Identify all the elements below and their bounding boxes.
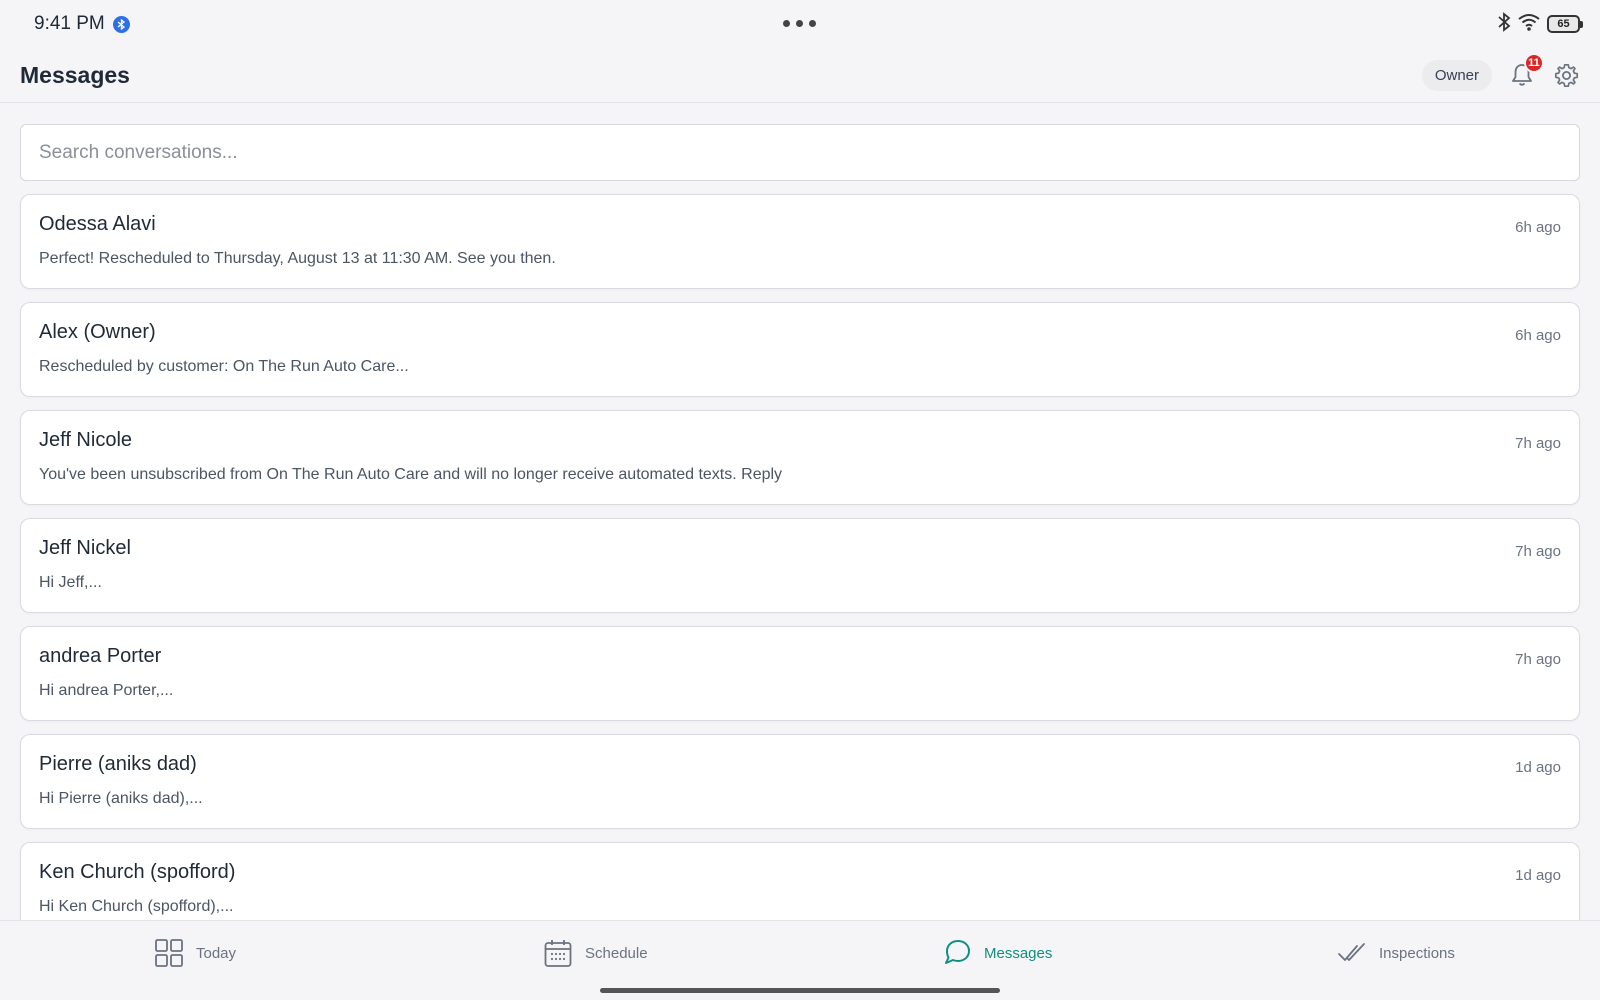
conversation-preview: Rescheduled by customer: On The Run Auto… [39, 358, 409, 375]
conversation-name: Alex (Owner) [39, 321, 156, 343]
bluetooth-icon [1497, 11, 1511, 37]
status-bar: 9:41 PM 65 [0, 0, 1600, 48]
role-chip[interactable]: Owner [1421, 59, 1492, 91]
grid-icon [155, 939, 183, 967]
conversation-time: 7h ago [1515, 543, 1561, 560]
conversation-time: 6h ago [1515, 327, 1561, 344]
conversation-item[interactable]: Alex (Owner) Rescheduled by customer: On… [20, 302, 1580, 397]
bluetooth-active-icon [112, 15, 130, 33]
tab-schedule[interactable]: Schedule [543, 938, 648, 968]
page-header: Messages Owner 11 [0, 48, 1600, 103]
conversation-name: andrea Porter [39, 645, 162, 667]
dot-icon [809, 20, 816, 27]
battery-icon: 65 [1547, 15, 1583, 33]
search-input[interactable] [20, 124, 1580, 181]
double-check-icon [1338, 943, 1365, 961]
tab-inspections[interactable]: Inspections [1337, 938, 1455, 968]
notification-badge: 11 [1524, 53, 1544, 73]
conversation-item[interactable]: Jeff Nickel Hi Jeff,... 7h ago [20, 518, 1580, 613]
conversation-name: Pierre (aniks dad) [39, 753, 197, 775]
header-actions: Owner 11 [1421, 53, 1580, 91]
conversation-preview: Hi Jeff,... [39, 574, 102, 591]
conversation-name: Jeff Nicole [39, 429, 133, 451]
tab-label: Inspections [1379, 944, 1455, 962]
conversation-preview: You've been unsubscribed from On The Run… [39, 466, 783, 483]
conversation-item[interactable]: andrea Porter Hi andrea Porter,... 7h ag… [20, 626, 1580, 721]
conversation-item[interactable]: Jeff Nicole You've been unsubscribed fro… [20, 410, 1580, 505]
conversation-preview: Hi Ken Church (spofford),... [39, 898, 234, 915]
conversation-preview: Perfect! Rescheduled to Thursday, August… [39, 250, 556, 267]
conversation-item[interactable]: Odessa Alavi Perfect! Rescheduled to Thu… [20, 194, 1580, 289]
status-left: 9:41 PM [34, 13, 130, 35]
conversation-list: Odessa Alavi Perfect! Rescheduled to Thu… [20, 194, 1580, 950]
conversation-preview: Hi andrea Porter,... [39, 682, 174, 699]
tab-today[interactable]: Today [154, 938, 236, 968]
status-time: 9:41 PM [34, 13, 105, 34]
notifications-button[interactable]: 11 [1508, 53, 1544, 89]
calendar-icon [544, 940, 572, 967]
gear-icon [1554, 63, 1578, 87]
conversation-preview: Hi Pierre (aniks dad),... [39, 790, 203, 807]
status-right: 65 [1497, 11, 1583, 37]
wifi-icon [1517, 12, 1541, 37]
settings-button[interactable] [1552, 61, 1580, 89]
conversation-name: Jeff Nickel [39, 537, 131, 559]
conversation-item[interactable]: Pierre (aniks dad) Hi Pierre (aniks dad)… [20, 734, 1580, 829]
tab-label: Today [196, 944, 237, 962]
conversation-name: Odessa Alavi [39, 213, 156, 235]
conversation-time: 1d ago [1515, 759, 1561, 776]
dot-icon [796, 20, 803, 27]
conversation-name: Ken Church (spofford) [39, 861, 236, 883]
page-title: Messages [20, 61, 130, 88]
chat-bubble-icon [945, 940, 970, 964]
conversation-time: 1d ago [1515, 867, 1561, 884]
dot-icon [783, 20, 790, 27]
tab-messages[interactable]: Messages [942, 938, 1052, 968]
tab-label: Schedule [585, 944, 648, 962]
home-indicator[interactable] [600, 988, 1000, 993]
tab-label: Messages [984, 944, 1053, 962]
multitasking-menu[interactable] [783, 20, 816, 27]
conversation-time: 6h ago [1515, 219, 1561, 236]
conversation-time: 7h ago [1515, 651, 1561, 668]
conversation-time: 7h ago [1515, 435, 1561, 452]
